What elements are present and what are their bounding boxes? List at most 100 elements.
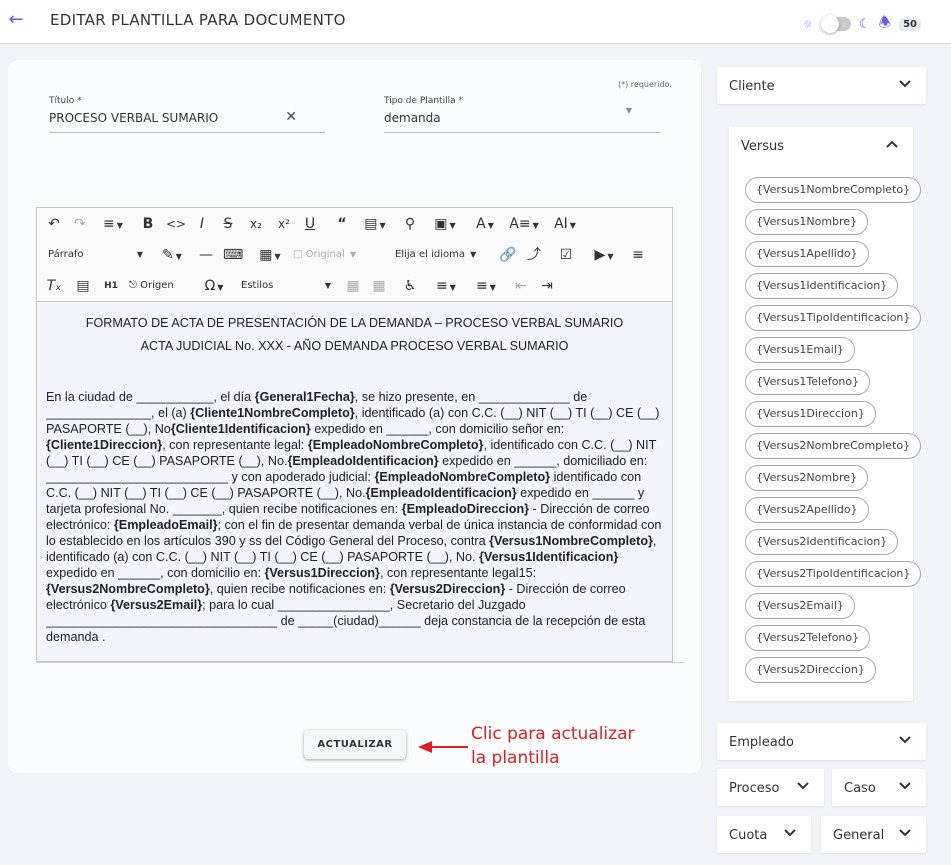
accordion-label: Cliente	[729, 79, 775, 94]
variable-chip[interactable]: {Versus1Nombre}	[745, 209, 869, 235]
variable-chip[interactable]: {Versus1Apellido}	[745, 241, 869, 267]
language-select[interactable]: Elija el idioma ▼	[395, 245, 491, 265]
document-heading: FORMATO DE ACTA DE PRESENTACIÓN DE LA DE…	[85, 316, 624, 330]
dropdown-caret-icon[interactable]: ▼	[626, 106, 632, 115]
accordion-cuota[interactable]: Cuota	[717, 816, 811, 853]
chevron-down-icon[interactable]	[898, 779, 912, 793]
remove-format-icon[interactable]: Tₓ	[45, 276, 63, 296]
moon-icon: ☾	[858, 16, 871, 32]
bold-icon[interactable]: B	[139, 214, 157, 234]
styles-select[interactable]: Estilos ▼	[241, 276, 331, 296]
bulleted-list-icon[interactable]: ≡ ▼	[429, 276, 463, 296]
back-arrow-icon[interactable]: ←	[6, 10, 26, 30]
styles-label: Estilos	[241, 280, 274, 291]
template-form-card: (*) requerido. Título * PROCESO VERBAL S…	[8, 60, 701, 773]
link-icon[interactable]: 🔗	[499, 245, 517, 265]
variable-chip[interactable]: {Versus2Telefono}	[745, 625, 871, 651]
horizontal-line-icon[interactable]: —	[197, 245, 215, 265]
update-button[interactable]: ACTUALIZAR	[304, 730, 406, 759]
align-icon[interactable]: ≡ ▼	[97, 214, 129, 234]
find-replace-icon[interactable]: ▤ ▼	[359, 214, 391, 234]
search-icon[interactable]: ⚲	[399, 214, 421, 234]
keyboard-icon[interactable]: ⌨	[223, 245, 243, 265]
chevron-down-icon[interactable]	[783, 826, 797, 840]
document-content[interactable]: FORMATO DE ACTA DE PRESENTACIÓN DE LA DE…	[37, 303, 672, 661]
unlink-icon[interactable]: ⤴	[525, 245, 543, 265]
subscript-icon[interactable]: x₂	[245, 214, 267, 234]
type-value[interactable]: demanda	[384, 111, 660, 125]
page-break-icon[interactable]: ≡	[627, 245, 649, 265]
image-upload-icon[interactable]: ▦ ▼	[253, 245, 287, 265]
accordion-empleado[interactable]: Empleado	[717, 723, 926, 760]
page-title: EDITAR PLANTILLA PARA DOCUMENTO	[50, 11, 346, 29]
table-properties-icon[interactable]: ▦	[369, 276, 389, 296]
outdent-icon[interactable]: ⇤	[511, 276, 531, 296]
original-size-select[interactable]: □ Original ▼	[293, 245, 379, 265]
numbered-list-icon[interactable]: ≡ ▼	[469, 276, 503, 296]
source-button[interactable]: ⎋ Origen	[129, 276, 187, 296]
variable-chip[interactable]: {Versus1NombreCompleto}	[745, 177, 922, 203]
chevron-down-icon[interactable]	[898, 826, 912, 840]
title-input[interactable]: PROCESO VERBAL SUMARIO	[49, 111, 325, 125]
variable-chip[interactable]: {Versus1Telefono}	[745, 369, 871, 395]
heading-icon[interactable]: H1	[101, 276, 121, 296]
table-icon[interactable]: ▦	[343, 276, 363, 296]
variable-chip[interactable]: {Versus2Nombre}	[745, 465, 869, 491]
editor-toolbar: ↶ ↷ ≡ ▼ B <> I S x₂ x² U “ ▤ ▼ ⚲ ▣ ▼ A ▼ A≡ ▼…	[37, 208, 672, 302]
accessibility-icon[interactable]: ♿	[399, 276, 421, 296]
checklist-icon[interactable]: ☑	[555, 245, 577, 265]
variable-chip[interactable]: {Versus2TipoIdentificacion}	[745, 561, 922, 587]
variable-chip[interactable]: {Versus2Direccion}	[745, 657, 876, 683]
media-embed-icon[interactable]: ▶ ▼	[587, 245, 621, 265]
font-family-icon[interactable]: AI ▼	[547, 214, 583, 234]
variable-chip[interactable]: {Versus2Identificacion}	[745, 529, 899, 555]
accordion-caso[interactable]: Caso	[832, 769, 926, 806]
variable-chip[interactable]: {Versus1Identificacion}	[745, 273, 899, 299]
highlight-color-icon[interactable]: ▣ ▼	[429, 214, 461, 234]
variable-chip[interactable]: {Versus1Direccion}	[745, 401, 876, 427]
chevron-up-icon[interactable]	[885, 137, 899, 151]
accordion-label[interactable]: Versus	[741, 139, 784, 154]
italic-icon[interactable]: I	[193, 214, 211, 234]
variable-chip[interactable]: {Versus2Apellido}	[745, 497, 869, 523]
template-type-select[interactable]: Tipo de Plantilla * demanda ▼	[384, 96, 660, 133]
theme-toggle[interactable]	[820, 15, 851, 33]
select-all-icon[interactable]: ▤	[73, 276, 93, 296]
highlighter-icon[interactable]: ✎ ▼	[157, 245, 187, 265]
variable-placeholder: {Versus1Identificacion}	[479, 550, 619, 564]
chevron-down-icon[interactable]	[796, 779, 810, 793]
blockquote-icon[interactable]: “	[333, 214, 351, 234]
code-icon[interactable]: <>	[165, 214, 187, 234]
editor-divider	[36, 662, 684, 663]
accordion-versus: Versus {Versus1NombreCompleto} {Versus1N…	[729, 127, 922, 701]
font-size-icon[interactable]: A≡ ▼	[507, 214, 541, 234]
variable-chip[interactable]: {Versus1TipoIdentificacion}	[745, 305, 922, 331]
toggle-knob[interactable]	[820, 15, 839, 33]
variable-placeholder: {Versus1NombreCompleto}	[489, 534, 653, 548]
indent-icon[interactable]: ⇥	[537, 276, 557, 296]
undo-icon[interactable]: ↶	[45, 214, 63, 234]
sun-icon: ☼	[803, 17, 813, 31]
text-run: En la ciudad de ___________, el día	[46, 390, 255, 404]
font-color-icon[interactable]: A ▼	[469, 214, 501, 234]
chevron-down-icon[interactable]: ▼	[133, 245, 147, 265]
special-characters-icon[interactable]: Ω ▼	[197, 276, 231, 296]
title-field[interactable]: Título * PROCESO VERBAL SUMARIO ✕	[49, 96, 325, 133]
variable-chip[interactable]: {Versus2Email}	[745, 593, 855, 619]
variable-chip[interactable]: {Versus1Email}	[745, 337, 855, 363]
bell-icon[interactable]: 🕭	[879, 12, 892, 36]
accordion-proceso[interactable]: Proceso	[717, 769, 824, 806]
variable-placeholder: {EmpleadoNombreCompleto}	[307, 438, 484, 452]
underline-icon[interactable]: U	[301, 214, 319, 234]
accordion-cliente[interactable]: Cliente	[717, 67, 926, 104]
variable-placeholder: {EmpleadoDireccion}	[401, 502, 530, 516]
chevron-down-icon[interactable]	[898, 733, 912, 747]
redo-icon[interactable]: ↷	[71, 214, 89, 234]
superscript-icon[interactable]: x²	[273, 214, 295, 234]
clear-icon[interactable]: ✕	[285, 109, 297, 125]
chevron-down-icon[interactable]	[898, 77, 912, 91]
strikethrough-icon[interactable]: S	[219, 214, 237, 234]
accordion-general[interactable]: General	[821, 816, 926, 853]
variable-chip[interactable]: {Versus2NombreCompleto}	[745, 433, 922, 459]
variable-placeholder: {EmpleadoIdentificacion}	[287, 454, 439, 468]
